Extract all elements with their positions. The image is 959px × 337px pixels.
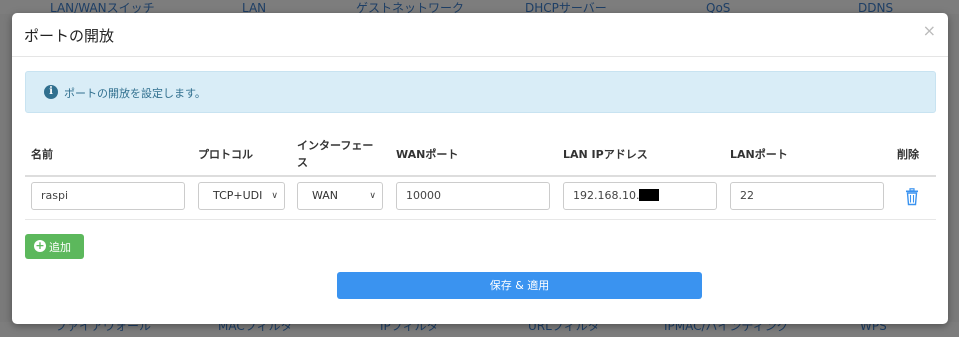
- header-lan-port: LANポート: [730, 148, 788, 161]
- lan-ip-value: 192.168.10.: [573, 189, 640, 202]
- lan-port-input[interactable]: 22: [730, 182, 884, 210]
- bg-nav-item: QoS: [706, 1, 731, 14]
- port-forwarding-modal: ポートの開放 × i ポートの開放を設定します。 名前 プロトコル インターフェ…: [12, 13, 948, 324]
- bg-nav-item: LAN: [242, 1, 267, 14]
- plus-circle-icon: +: [34, 239, 46, 252]
- info-text: ポートの開放を設定します。: [64, 87, 206, 100]
- save-apply-button[interactable]: 保存 & 適用: [337, 272, 702, 299]
- background-top-nav: LAN/WANスイッチ LAN ゲストネットワーク DHCPサーバー QoS D…: [0, 0, 959, 14]
- header-wan-port: WANポート: [396, 148, 459, 161]
- add-button-label: 追加: [49, 241, 71, 254]
- trash-icon[interactable]: [904, 188, 920, 206]
- header-lan-ip: LAN IPアドレス: [563, 148, 648, 161]
- chevron-down-icon: ∨: [369, 191, 376, 201]
- header-interface-line1: インターフェー: [297, 139, 374, 152]
- header-divider: [25, 175, 936, 177]
- bg-nav-item: DDNS: [858, 1, 894, 14]
- bg-nav-item: ゲストネットワーク: [356, 1, 465, 14]
- header-name: 名前: [31, 148, 53, 161]
- chevron-down-icon: ∨: [271, 191, 278, 201]
- info-icon: i: [44, 85, 58, 99]
- bg-nav-item: LAN/WANスイッチ: [50, 1, 155, 14]
- header-delete: 削除: [897, 148, 919, 161]
- bg-nav-item: DHCPサーバー: [525, 1, 607, 14]
- wan-port-input[interactable]: 10000: [396, 182, 550, 210]
- close-icon[interactable]: ×: [923, 23, 936, 39]
- name-input[interactable]: raspi: [31, 182, 185, 210]
- modal-header: ポートの開放 ×: [12, 13, 948, 57]
- lan-ip-input[interactable]: 192.168.10.: [563, 182, 717, 210]
- protocol-select[interactable]: TCP+UDI ∨: [198, 182, 285, 210]
- interface-value: WAN: [312, 189, 339, 202]
- info-alert: i ポートの開放を設定します。: [25, 71, 936, 113]
- header-interface-line2: ス: [297, 156, 308, 169]
- interface-select[interactable]: WAN ∨: [297, 182, 383, 210]
- protocol-value: TCP+UDI: [213, 189, 263, 202]
- redacted-block: [639, 189, 660, 201]
- background-bottom-nav: ファイアウォール MACフィルタ IPフィルタ URLフィルタ IPMAC/バイ…: [0, 322, 959, 337]
- add-button[interactable]: + 追加: [25, 234, 84, 259]
- header-protocol: プロトコル: [198, 148, 253, 161]
- row-divider: [25, 219, 936, 220]
- modal-title: ポートの開放: [24, 27, 115, 45]
